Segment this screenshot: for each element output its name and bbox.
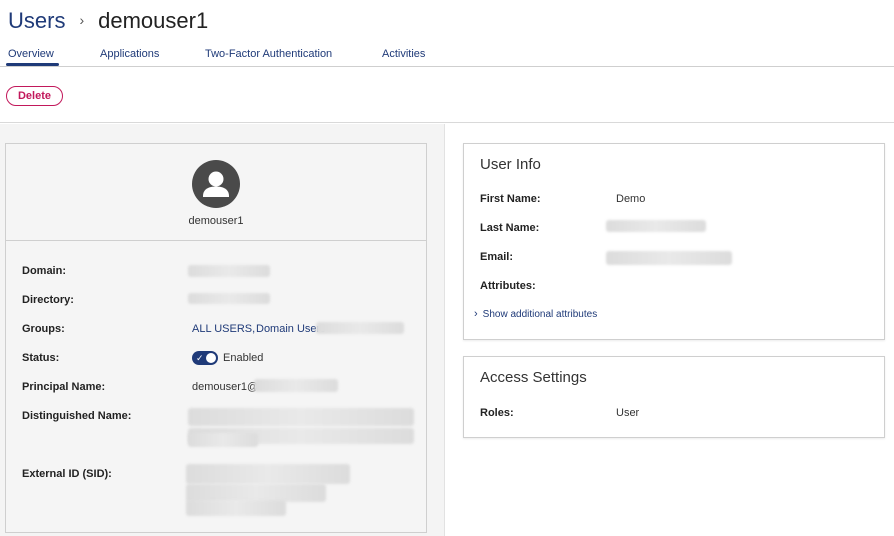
user-info-title: User Info: [480, 156, 541, 173]
user-profile-card: demouser1 Domain: Directory: Groups: ALL…: [5, 143, 427, 533]
distinguished-name-label: Distinguished Name:: [22, 410, 132, 422]
external-id-label: External ID (SID):: [22, 468, 112, 480]
chevron-right-icon: ›: [474, 308, 478, 320]
groups-redacted: [316, 322, 404, 334]
breadcrumb-users-link[interactable]: Users: [8, 8, 65, 34]
roles-value: User: [616, 407, 640, 419]
principal-name-label: Principal Name:: [22, 381, 106, 393]
page-title: demouser1: [98, 8, 209, 33]
access-settings-title: Access Settings: [480, 369, 587, 386]
tab-applications[interactable]: Applications: [100, 48, 159, 60]
show-additional-attributes-label: Show additional attributes: [482, 308, 598, 320]
domain-value-redacted: [188, 265, 270, 277]
roles-label: Roles:: [480, 407, 514, 419]
first-name-label: First Name:: [480, 193, 541, 205]
tab-bar: Overview Applications Two-Factor Authent…: [0, 44, 894, 67]
attributes-label: Attributes:: [480, 280, 536, 292]
directory-value-redacted: [188, 293, 270, 304]
tab-overview[interactable]: Overview: [8, 48, 54, 60]
tab-two-factor-authentication[interactable]: Two-Factor Authentication: [205, 48, 332, 60]
distinguished-name-redacted-3: [188, 433, 258, 447]
distinguished-name-redacted-1: [188, 408, 414, 426]
chevron-right-icon: ›: [79, 12, 85, 28]
breadcrumb: Users › demouser1: [8, 8, 208, 34]
directory-label: Directory:: [22, 294, 74, 306]
avatar-section: demouser1: [6, 144, 426, 241]
first-name-value: Demo: [616, 193, 646, 205]
status-value: Enabled: [223, 352, 264, 364]
user-info-card: User Info First Name: Demo Last Name: Em…: [463, 143, 885, 340]
status-label: Status:: [22, 352, 60, 364]
external-id-redacted-3: [186, 500, 286, 516]
principal-name-redacted: [254, 379, 338, 392]
tab-activities[interactable]: Activities: [382, 48, 425, 60]
domain-label: Domain:: [22, 265, 66, 277]
email-label: Email:: [480, 251, 514, 263]
groups-label: Groups:: [22, 323, 65, 335]
page-header: Users › demouser1 Overview Applications …: [0, 0, 894, 123]
toggle-knob: [206, 353, 216, 363]
external-id-redacted-1: [186, 464, 350, 484]
avatar-username: demouser1: [188, 215, 244, 227]
group-link-all-users[interactable]: ALL USERS,: [192, 323, 255, 335]
active-tab-indicator: [6, 63, 59, 66]
show-additional-attributes-link[interactable]: › Show additional attributes: [474, 308, 597, 320]
email-redacted: [606, 251, 732, 265]
last-name-redacted: [606, 220, 706, 232]
access-settings-card: Access Settings Roles: User: [463, 356, 885, 438]
delete-button[interactable]: Delete: [6, 86, 63, 106]
last-name-label: Last Name:: [480, 222, 540, 234]
check-icon: ✓: [196, 353, 204, 363]
user-avatar-icon: [192, 160, 240, 208]
principal-name-value: demouser1@: [192, 381, 259, 393]
status-toggle[interactable]: ✓: [192, 351, 218, 365]
